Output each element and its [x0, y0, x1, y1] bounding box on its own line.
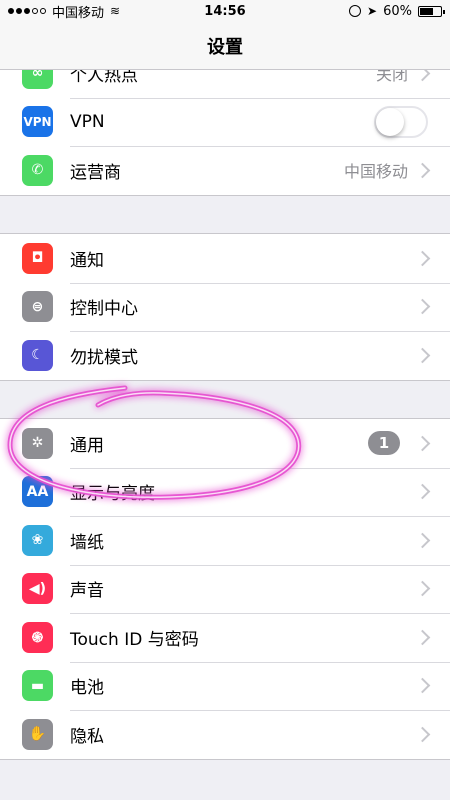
moon-icon: ☾: [22, 339, 53, 371]
battery-icon: ▬: [22, 670, 53, 702]
rotation-lock-icon: [349, 5, 362, 17]
location-arrow-icon: ➤: [367, 4, 378, 18]
chevron-right-icon: [414, 677, 431, 694]
toggle-knob: [376, 107, 404, 136]
settings-row-label: 控制中心: [70, 299, 138, 320]
chevron-right-icon: [414, 629, 431, 646]
page-title: 设置: [207, 36, 243, 58]
chevron-right-icon: [414, 298, 431, 315]
display-brightness-icon: AA: [22, 476, 53, 508]
settings-row-label: 通用: [70, 435, 104, 456]
status-left: 中国移动 ≋: [8, 2, 120, 21]
signal-strength-icon: [8, 8, 46, 14]
battery-percent: 60%: [383, 3, 412, 19]
carrier-name: 中国移动: [52, 5, 105, 21]
chevron-right-icon: [414, 162, 431, 179]
settings-group-general: ✲ 通用 1 AA 显示与亮度 ❀ 墙纸 ◀) 声音 ֍ Touch ID 与密码 ▬ 电池 ✋ 隐私: [0, 418, 450, 760]
battery-status-icon: [418, 5, 445, 17]
control-center-icon: ⊜: [22, 291, 53, 323]
settings-row-label: 墙纸: [70, 532, 104, 553]
settings-row-moon[interactable]: ☾ 勿扰模式: [0, 331, 450, 380]
settings-row-label: 声音: [70, 581, 104, 602]
settings-row-phone[interactable]: ✆ 运营商 中国移动: [0, 146, 450, 195]
wifi-icon: ≋: [110, 4, 121, 18]
settings-row-gear[interactable]: ✲ 通用 1: [0, 419, 450, 468]
settings-row-speaker[interactable]: ◀) 声音: [0, 564, 450, 614]
settings-row-label: Touch ID 与密码: [70, 629, 199, 650]
settings-row-notification[interactable]: ◘ 通知: [0, 234, 450, 283]
chevron-right-icon: [414, 532, 431, 549]
speaker-icon: ◀): [22, 573, 53, 605]
gear-icon: ✲: [22, 427, 53, 459]
settings-row-control-center[interactable]: ⊜ 控制中心: [0, 282, 450, 332]
wallpaper-flower-icon: ❀: [22, 524, 53, 556]
settings-row-label: 电池: [70, 678, 104, 699]
vpn-icon: VPN: [22, 106, 53, 138]
update-badge: 1: [368, 431, 400, 456]
settings-row-fingerprint[interactable]: ֍ Touch ID 与密码: [0, 613, 450, 662]
settings-row-value: 中国移动: [343, 162, 408, 182]
settings-row-wallpaper-flower[interactable]: ❀ 墙纸: [0, 516, 450, 565]
chevron-right-icon: [414, 726, 431, 743]
status-right: ➤ 60%: [349, 3, 445, 19]
chevron-right-icon: [414, 580, 431, 597]
chevron-right-icon: [414, 483, 431, 500]
settings-row-label: 显示与亮度: [70, 484, 155, 505]
settings-row-hand[interactable]: ✋ 隐私: [0, 710, 450, 759]
settings-row-battery[interactable]: ▬ 电池: [0, 661, 450, 711]
chevron-right-icon: [414, 250, 431, 267]
chevron-right-icon: [414, 347, 431, 364]
settings-row-label: 勿扰模式: [70, 347, 138, 368]
chevron-right-icon: [414, 435, 431, 452]
settings-row-vpn[interactable]: VPN VPN: [0, 97, 450, 147]
status-bar: 中国移动 ≋ 14:56 ➤ 60%: [0, 0, 450, 22]
fingerprint-icon: ֍: [22, 621, 53, 653]
settings-group-notifications: ◘ 通知 ⊜ 控制中心 ☾ 勿扰模式: [0, 233, 450, 381]
settings-row-label: VPN: [70, 111, 105, 132]
settings-row-display-brightness[interactable]: AA 显示与亮度: [0, 467, 450, 517]
settings-group-network: ∞ 个人热点 关闭 VPN VPN ✆ 运营商 中国移动: [0, 48, 450, 196]
settings-row-label: 通知: [70, 250, 104, 271]
settings-row-label: 运营商: [70, 162, 121, 183]
vpn-toggle[interactable]: [374, 105, 428, 138]
navigation-bar: 设置: [0, 22, 450, 70]
phone-icon: ✆: [22, 154, 53, 186]
hand-icon: ✋: [22, 718, 53, 750]
settings-row-label: 隐私: [70, 726, 104, 747]
notification-icon: ◘: [22, 242, 53, 274]
